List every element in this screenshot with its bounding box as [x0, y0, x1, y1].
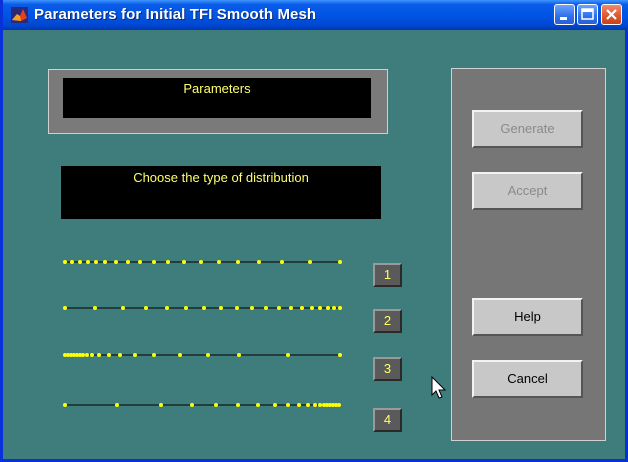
maximize-icon — [581, 8, 594, 20]
distribution-prompt-box: Choose the type of distribution — [61, 166, 381, 219]
distribution-line-4 — [63, 403, 341, 407]
cancel-button[interactable]: Cancel — [472, 360, 583, 398]
maximize-button[interactable] — [577, 4, 598, 25]
distribution-2-button[interactable]: 2 — [373, 309, 402, 333]
distribution-line-3 — [63, 353, 342, 357]
parameters-label: Parameters — [183, 81, 251, 96]
accept-button[interactable]: Accept — [472, 172, 583, 210]
distribution-line-2 — [63, 306, 342, 310]
mouse-pointer-icon — [431, 376, 447, 399]
close-icon — [606, 9, 617, 20]
minimize-icon — [560, 17, 567, 20]
parameters-frame: Parameters — [48, 69, 388, 134]
distribution-1-button[interactable]: 1 — [373, 263, 402, 287]
distribution-3-button[interactable]: 3 — [373, 357, 402, 381]
window-title: Parameters for Initial TFI Smooth Mesh — [34, 6, 317, 23]
generate-button[interactable]: Generate — [472, 110, 583, 148]
actions-panel: Generate Accept Help Cancel — [451, 68, 606, 441]
close-button[interactable] — [601, 4, 622, 25]
distribution-4-button[interactable]: 4 — [373, 408, 402, 432]
matlab-logo-icon — [11, 7, 28, 23]
title-bar[interactable]: Parameters for Initial TFI Smooth Mesh — [3, 0, 628, 30]
minimize-button[interactable] — [554, 4, 575, 25]
distribution-previews — [63, 260, 342, 407]
distribution-prompt-label: Choose the type of distribution — [133, 170, 309, 185]
main-window: Parameters for Initial TFI Smooth Mesh P… — [0, 0, 628, 462]
distribution-line-1 — [63, 260, 342, 264]
parameters-box: Parameters — [63, 78, 371, 118]
help-button[interactable]: Help — [472, 298, 583, 336]
